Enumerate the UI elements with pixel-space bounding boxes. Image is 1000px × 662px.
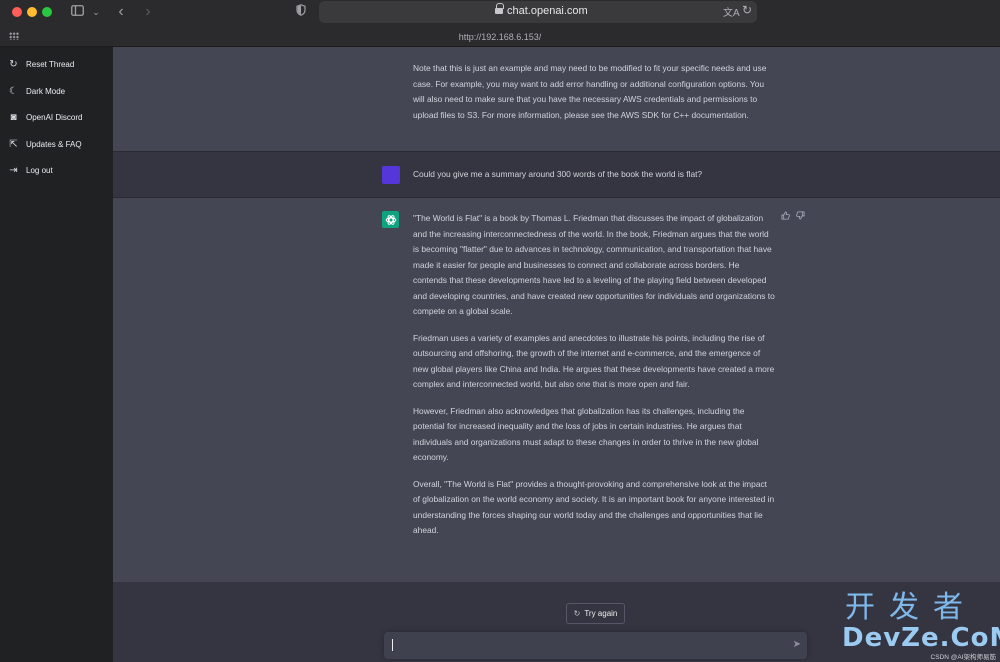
zoom-window-button[interactable]: [42, 7, 52, 17]
refresh-icon: ↻: [573, 609, 581, 618]
external-link-icon: ⇱: [9, 138, 18, 150]
send-icon[interactable]: ➤: [793, 639, 801, 650]
address-bar[interactable]: chat.openai.com 文A ↻: [319, 1, 757, 23]
sidebar-item-label: Reset Thread: [26, 59, 75, 69]
message-body: "The World is Flat" is a book by Thomas …: [413, 211, 775, 550]
lock-icon: [495, 3, 504, 15]
back-icon[interactable]: ‹: [114, 0, 128, 24]
sidebar-item-reset-thread[interactable]: ↻ Reset Thread: [0, 53, 113, 75]
moon-icon: ☾: [9, 85, 18, 97]
sidebar-item-updates-faq[interactable]: ⇱ Updates & FAQ: [0, 133, 113, 155]
chevron-down-icon[interactable]: ⌄: [90, 0, 102, 24]
translate-icon[interactable]: 文A: [723, 4, 740, 19]
shield-icon[interactable]: [294, 0, 308, 24]
sidebar: ↻ Reset Thread ☾ Dark Mode ◙ OpenAI Disc…: [0, 47, 113, 662]
reload-icon[interactable]: ↻: [742, 3, 752, 17]
address-bar-url: chat.openai.com: [507, 5, 588, 17]
sidebar-item-log-out[interactable]: ⇥ Log out: [0, 159, 113, 181]
watermark-credit: CSDN @AI架构师易筋: [930, 654, 996, 661]
message-paragraph: However, Friedman also acknowledges that…: [413, 405, 759, 463]
openai-logo-icon: [382, 211, 399, 228]
user-message: Could you give me a summary around 300 w…: [113, 151, 1000, 198]
assistant-message-previous: Note that this is just an example and ma…: [113, 47, 1000, 151]
browser-toolbar: ⌄ ‹ › chat.openai.com 文A ↻ http://192.16…: [0, 0, 1000, 47]
message-paragraph: Overall, "The World is Flat" provides a …: [413, 478, 775, 536]
thumbs-up-icon[interactable]: [781, 211, 790, 222]
refresh-icon: ↻: [9, 58, 18, 70]
message-text: Could you give me a summary around 300 w…: [413, 169, 703, 179]
sidebar-item-label: Updates & FAQ: [26, 139, 82, 149]
discord-icon: ◙: [10, 111, 17, 123]
try-again-label: Try again: [584, 609, 618, 618]
sidebar-item-label: OpenAI Discord: [26, 112, 83, 122]
avatar: [382, 166, 400, 184]
sidebar-item-label: Dark Mode: [26, 86, 66, 96]
assistant-message: "The World is Flat" is a book by Thomas …: [113, 198, 1000, 582]
watermark-chinese: 开发者: [845, 590, 977, 625]
prompt-input[interactable]: [392, 636, 772, 655]
prompt-input-box[interactable]: ➤: [384, 632, 807, 659]
message-paragraph: "The World is Flat" is a book by Thomas …: [413, 213, 775, 316]
thumbs-down-icon[interactable]: [796, 211, 805, 222]
sidebar-item-label: Log out: [26, 165, 53, 175]
minimize-window-button[interactable]: [27, 7, 37, 17]
forward-icon[interactable]: ›: [141, 0, 155, 24]
message-paragraph: Friedman uses a variety of examples and …: [413, 332, 775, 390]
tab-url[interactable]: http://192.168.6.153/: [0, 28, 1000, 46]
logout-icon: ⇥: [9, 164, 18, 176]
close-window-button[interactable]: [12, 7, 22, 17]
try-again-button[interactable]: ↻ Try again: [566, 603, 625, 624]
watermark-brand: DevZe.CoM: [842, 623, 1000, 653]
sidebar-item-openai-discord[interactable]: ◙ OpenAI Discord: [0, 106, 113, 128]
sidebar-item-dark-mode[interactable]: ☾ Dark Mode: [0, 80, 113, 102]
chat-main: Note that this is just an example and ma…: [113, 47, 1000, 662]
sidebar-toggle-icon[interactable]: [69, 0, 85, 24]
message-text: Note that this is just an example and ma…: [413, 63, 767, 120]
